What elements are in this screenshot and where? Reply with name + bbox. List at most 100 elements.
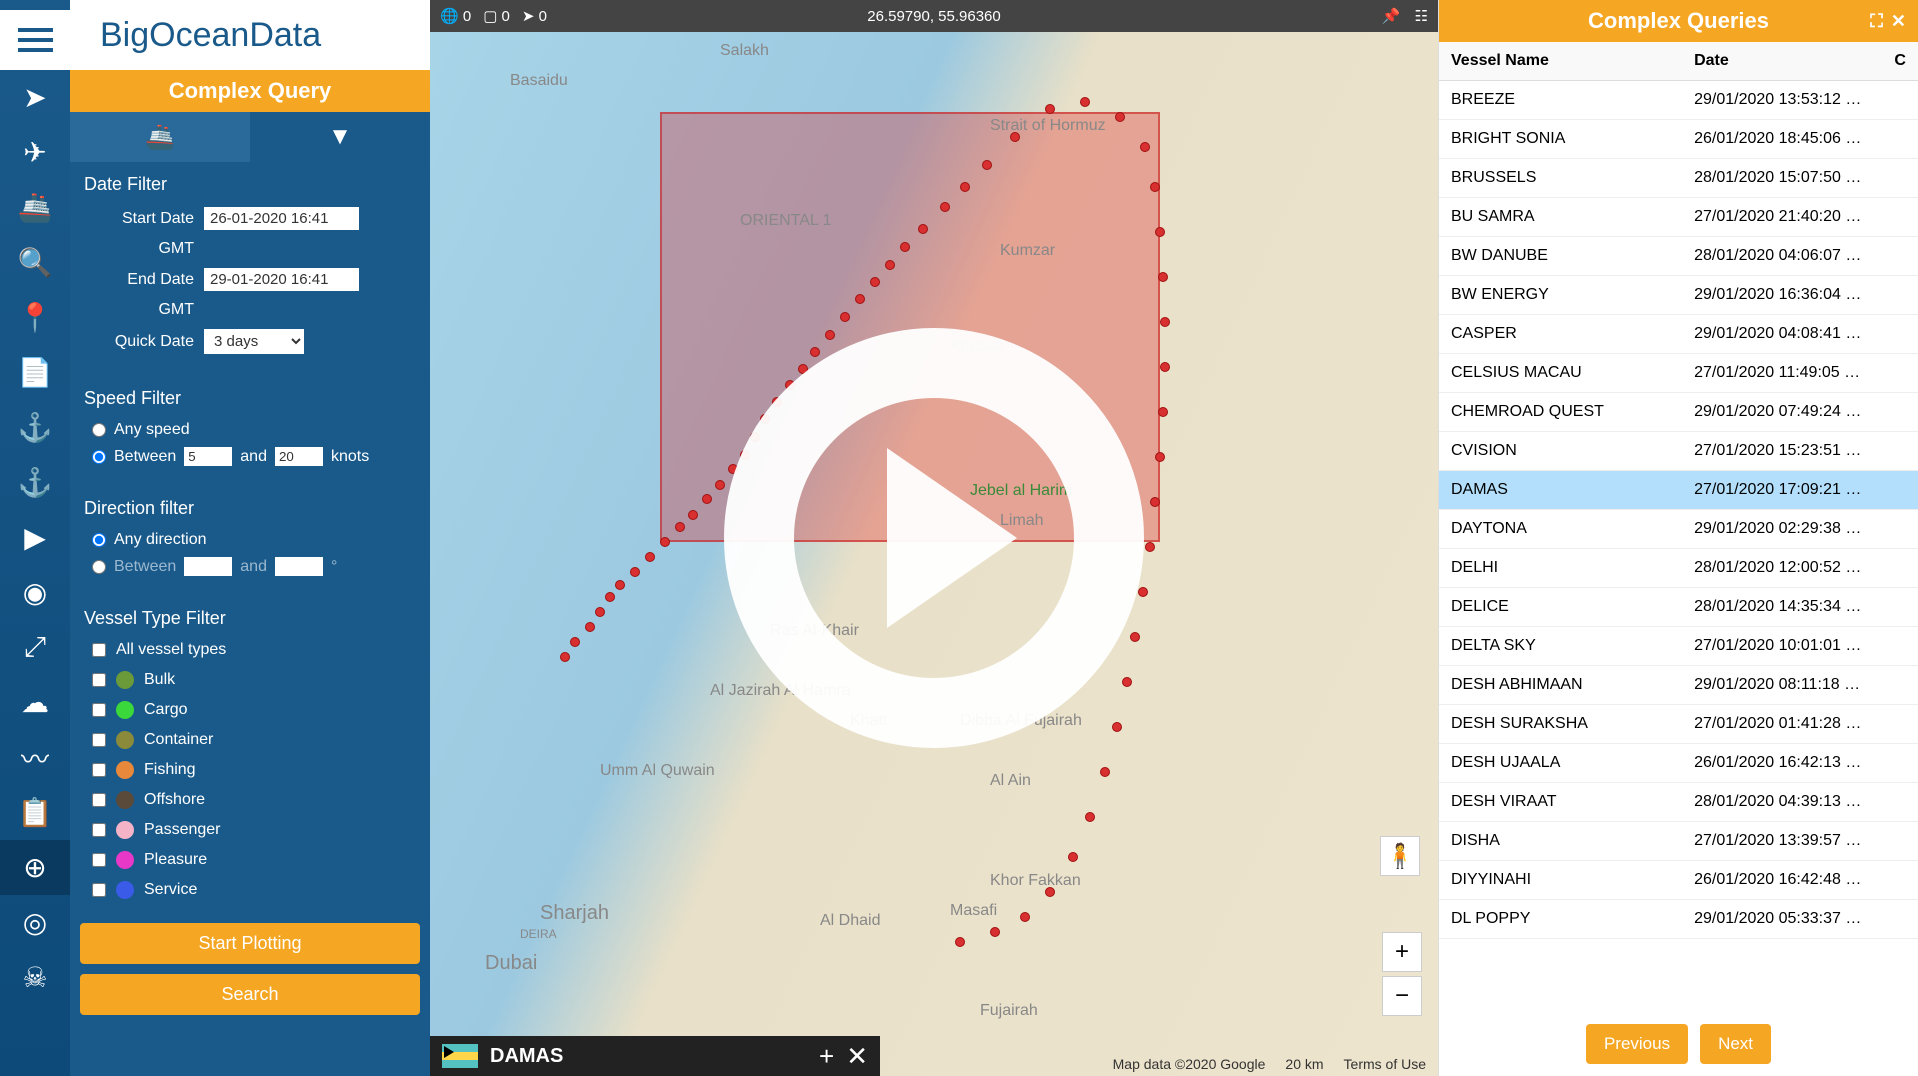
nav-expand-icon[interactable]: ⤢ (0, 620, 70, 675)
map-terms[interactable]: Terms of Use (1344, 1056, 1426, 1072)
nav-circle-play-icon[interactable]: ◉ (0, 565, 70, 620)
vessel-type-checkbox[interactable] (92, 853, 106, 867)
dir-min-input[interactable] (184, 557, 232, 576)
nav-anchor1-icon[interactable]: ⚓ (0, 400, 70, 455)
nav-cloud-icon[interactable]: ☁ (0, 675, 70, 730)
vessel-type-checkbox[interactable] (92, 763, 106, 777)
vessel-close-icon[interactable]: ✕ (846, 1041, 868, 1072)
end-date-input[interactable] (204, 268, 359, 291)
nav-cursor-icon[interactable]: ➤ (0, 70, 70, 125)
table-row[interactable]: BRIGHT SONIA 26/01/2020 18:45:06 … (1439, 120, 1918, 159)
table-row[interactable]: DESH UJAALA 26/01/2020 16:42:13 … (1439, 744, 1918, 783)
table-row[interactable]: BW ENERGY 29/01/2020 16:36:04 … (1439, 276, 1918, 315)
and-label-2: and (240, 558, 267, 576)
any-speed-radio[interactable] (92, 423, 106, 437)
track-dot (1100, 767, 1110, 777)
nav-target-icon[interactable]: ⊕ (0, 840, 70, 895)
table-row[interactable]: BREEZE 29/01/2020 13:53:12 … (1439, 81, 1918, 120)
cell-c (1882, 666, 1918, 705)
hamburger-menu-icon[interactable] (0, 10, 70, 70)
track-dot (1045, 887, 1055, 897)
table-row[interactable]: DELICE 28/01/2020 14:35:34 … (1439, 588, 1918, 627)
layers-icon[interactable]: ☷ (1415, 7, 1428, 25)
cell-date: 27/01/2020 01:41:28 … (1682, 705, 1882, 744)
col-date[interactable]: Date (1682, 42, 1882, 81)
cell-vessel-name: BREEZE (1439, 81, 1682, 120)
start-plotting-button[interactable]: Start Plotting (80, 923, 420, 964)
table-row[interactable]: DISHA 27/01/2020 13:39:57 … (1439, 822, 1918, 861)
zoom-in-button[interactable]: + (1382, 932, 1422, 972)
between-direction-radio[interactable] (92, 560, 106, 574)
table-row[interactable]: CVISION 27/01/2020 15:23:51 … (1439, 432, 1918, 471)
table-row[interactable]: BU SAMRA 27/01/2020 21:40:20 … (1439, 198, 1918, 237)
table-row[interactable]: CASPER 29/01/2020 04:08:41 … (1439, 315, 1918, 354)
search-button[interactable]: Search (80, 974, 420, 1015)
nav-radar-icon[interactable]: ◎ (0, 895, 70, 950)
table-row[interactable]: BRUSSELS 28/01/2020 15:07:50 … (1439, 159, 1918, 198)
table-row[interactable]: DESH SURAKSHA 27/01/2020 01:41:28 … (1439, 705, 1918, 744)
nav-ship-icon[interactable]: 🚢 (0, 180, 70, 235)
vessel-add-icon[interactable]: + (819, 1041, 834, 1072)
table-row[interactable]: DELTA SKY 27/01/2020 10:01:01 … (1439, 627, 1918, 666)
speed-min-input[interactable] (184, 447, 232, 466)
quick-date-select[interactable]: 3 days (204, 329, 304, 354)
tab-vessel-icon[interactable]: 🚢 (70, 112, 250, 162)
vessel-type-checkbox[interactable] (92, 883, 106, 897)
cell-c (1882, 120, 1918, 159)
next-button[interactable]: Next (1700, 1024, 1771, 1064)
cell-vessel-name: DESH VIRAAT (1439, 783, 1682, 822)
between-speed-radio[interactable] (92, 450, 106, 464)
map-area[interactable]: 🌐 0 ▢ 0 ➤ 0 26.59790, 55.96360 📌 ☷ ORIEN… (430, 0, 1438, 1076)
map-footer: Map data ©2020 Google 20 km Terms of Use (1101, 1052, 1438, 1076)
map-label-hormuz: Strait of Hormuz (990, 117, 1106, 135)
previous-button[interactable]: Previous (1586, 1024, 1688, 1064)
dir-max-input[interactable] (275, 557, 323, 576)
vessel-type-label: Cargo (144, 701, 188, 719)
zoom-out-button[interactable]: − (1382, 976, 1422, 1016)
table-row[interactable]: DESH ABHIMAAN 29/01/2020 08:11:18 … (1439, 666, 1918, 705)
vessel-type-checkbox[interactable] (92, 733, 106, 747)
speed-max-input[interactable] (275, 447, 323, 466)
nav-skull-icon[interactable]: ☠ (0, 950, 70, 1005)
nav-document-icon[interactable]: 📄 (0, 345, 70, 400)
map-label-alain: Al Ain (990, 772, 1031, 790)
nav-waves-icon[interactable]: 〰 (0, 730, 70, 785)
cell-date: 26/01/2020 18:45:06 … (1682, 120, 1882, 159)
all-types-checkbox[interactable] (92, 643, 106, 657)
col-vessel-name[interactable]: Vessel Name (1439, 42, 1682, 81)
tab-filter-icon[interactable]: ▼ (250, 112, 430, 162)
vessel-type-label: Service (144, 881, 197, 899)
vessel-type-checkbox[interactable] (92, 703, 106, 717)
nav-plane-icon[interactable]: ✈ (0, 125, 70, 180)
table-row[interactable]: CELSIUS MACAU 27/01/2020 11:49:05 … (1439, 354, 1918, 393)
table-row[interactable]: DL POPPY 29/01/2020 05:33:37 … (1439, 900, 1918, 939)
play-overlay[interactable] (724, 328, 1144, 748)
pin-icon[interactable]: 📌 (1382, 7, 1401, 25)
any-direction-radio[interactable] (92, 533, 106, 547)
start-date-input[interactable] (204, 207, 359, 230)
vessel-type-checkbox[interactable] (92, 793, 106, 807)
table-row[interactable]: DELHI 28/01/2020 12:00:52 … (1439, 549, 1918, 588)
track-dot (1160, 317, 1170, 327)
close-icon[interactable]: ✕ (1891, 11, 1906, 32)
nav-notes-icon[interactable]: 📋 (0, 785, 70, 840)
vessel-type-checkbox[interactable] (92, 673, 106, 687)
nav-search-icon[interactable]: 🔍 (0, 235, 70, 290)
table-row[interactable]: DAYTONA 29/01/2020 02:29:38 … (1439, 510, 1918, 549)
table-row[interactable]: DIYYINAHI 26/01/2020 16:42:48 … (1439, 861, 1918, 900)
cell-date: 26/01/2020 16:42:48 … (1682, 861, 1882, 900)
table-row[interactable]: BW DANUBE 28/01/2020 04:06:07 … (1439, 237, 1918, 276)
nav-pin-icon[interactable]: 📍 (0, 290, 70, 345)
nav-anchor2-icon[interactable]: ⚓ (0, 455, 70, 510)
vessel-type-checkbox[interactable] (92, 823, 106, 837)
table-row[interactable]: CHEMROAD QUEST 29/01/2020 07:49:24 … (1439, 393, 1918, 432)
table-row[interactable]: DESH VIRAAT 28/01/2020 04:39:13 … (1439, 783, 1918, 822)
pegman-icon[interactable]: 🧍 (1380, 836, 1420, 876)
table-row[interactable]: DAMAS 27/01/2020 17:09:21 … (1439, 471, 1918, 510)
track-dot (660, 537, 670, 547)
any-speed-label: Any speed (114, 421, 190, 439)
expand-icon[interactable]: ⛶ (1870, 11, 1883, 32)
cell-vessel-name: DISHA (1439, 822, 1682, 861)
col-c[interactable]: C (1882, 42, 1918, 81)
nav-play-icon[interactable]: ▶ (0, 510, 70, 565)
